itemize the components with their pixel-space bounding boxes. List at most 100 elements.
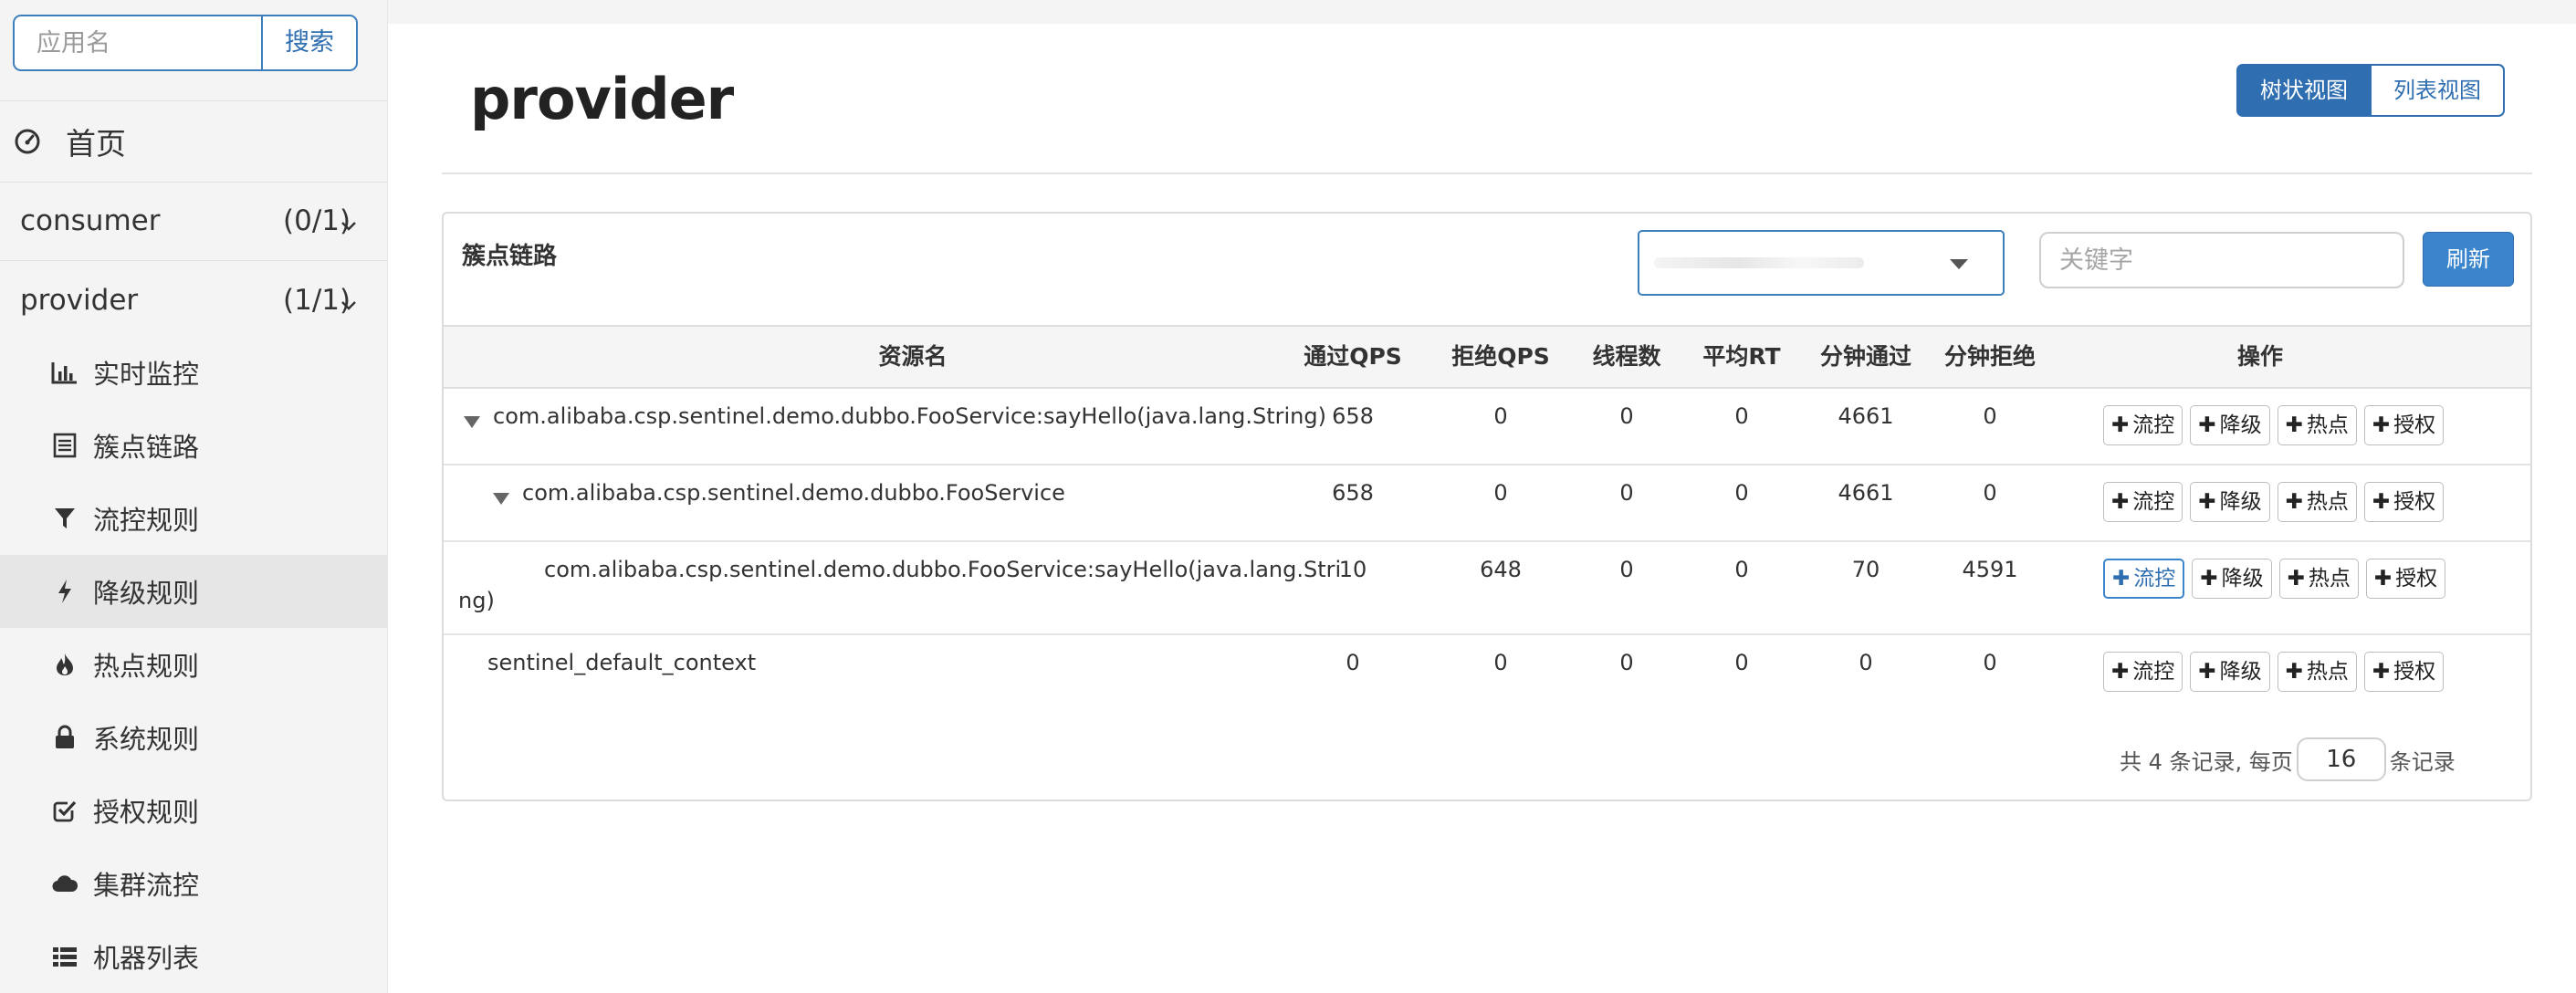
- minute-pass: 0: [1859, 650, 1873, 675]
- pagination: 共 4 条记录, 每页 条记录: [2120, 737, 2456, 781]
- sidebar-item-label: 实时监控: [93, 359, 200, 390]
- machine-select[interactable]: [1638, 230, 2005, 296]
- pager-prefix: 共 4 条记录, 每页: [2120, 748, 2293, 775]
- add-auth-rule-button[interactable]: ✚ 授权: [2363, 652, 2445, 692]
- check-square-icon: [51, 797, 79, 824]
- add-auth-rule-button[interactable]: ✚ 授权: [2365, 559, 2446, 599]
- add-degrade-rule-button[interactable]: ✚ 降级: [2190, 482, 2270, 522]
- cloud-icon: [51, 870, 79, 897]
- sidebar-item-cluster-flow[interactable]: 集群流控: [0, 847, 387, 920]
- sidebar-app-consumer[interactable]: consumer (0/1): [0, 182, 387, 261]
- sidebar-item-home[interactable]: 首页: [0, 100, 387, 183]
- column-header-pass-qps: 通过QPS: [1304, 343, 1402, 370]
- sidebar-item-label: 降级规则: [93, 578, 200, 609]
- minute-block: 0: [1983, 480, 1997, 506]
- lock-icon: [51, 724, 79, 751]
- app-name: consumer: [20, 204, 161, 237]
- pass-qps: 10: [1338, 557, 1367, 582]
- add-hotspot-rule-button[interactable]: ✚ 热点: [2277, 482, 2357, 522]
- row-actions: ✚ 流控 ✚ 降级 ✚ 热点 ✚ 授权: [2103, 405, 2451, 445]
- search-button[interactable]: 搜索: [261, 15, 358, 71]
- sidebar-item-label: 系统规则: [93, 724, 200, 755]
- row-actions: ✚ 流控 ✚ 降级 ✚ 热点 ✚ 授权: [2103, 482, 2451, 522]
- resource-name: com.alibaba.csp.sentinel.demo.dubbo.FooS…: [544, 557, 1342, 582]
- column-header-avg-rt: 平均RT: [1702, 343, 1781, 370]
- panel-title: 簇点链路: [462, 243, 558, 270]
- tree-view-button[interactable]: 树状视图: [2236, 64, 2372, 117]
- add-degrade-rule-button[interactable]: ✚ 降级: [2190, 405, 2270, 445]
- block-qps: 0: [1493, 403, 1508, 429]
- add-auth-rule-button[interactable]: ✚ 授权: [2363, 405, 2445, 445]
- page-size-input[interactable]: [2296, 737, 2386, 781]
- keyword-input[interactable]: [2039, 232, 2404, 288]
- collapse-triangle-icon[interactable]: [493, 493, 509, 505]
- pager-suffix: 条记录: [2389, 748, 2456, 775]
- add-degrade-rule-button[interactable]: ✚ 降级: [2192, 559, 2272, 599]
- sidebar-item-realtime-monitor[interactable]: 实时监控: [0, 336, 387, 409]
- refresh-button[interactable]: 刷新: [2423, 232, 2514, 287]
- add-flow-rule-button[interactable]: ✚ 流控: [2103, 405, 2183, 445]
- resource-name: sentinel_default_context: [487, 650, 757, 675]
- column-header-minute-block: 分钟拒绝: [1943, 343, 2036, 370]
- add-hotspot-rule-button[interactable]: ✚ 热点: [2277, 405, 2357, 445]
- thread-count: 0: [1619, 480, 1634, 506]
- sidebar-item-resource-chain[interactable]: 簇点链路: [0, 409, 387, 482]
- sidebar-item-machine-list[interactable]: 机器列表: [0, 920, 387, 993]
- avg-rt: 0: [1734, 403, 1749, 429]
- avg-rt: 0: [1734, 480, 1749, 506]
- sidebar: 搜索 首页 consumer (0/1) provider (1/1) 实时监控…: [0, 0, 388, 993]
- row-actions: ✚ 流控 ✚ 降级 ✚ 热点 ✚ 授权: [2103, 559, 2453, 599]
- sidebar-item-hotspot-rules[interactable]: 热点规则: [0, 628, 387, 701]
- sidebar-item-degrade-rules[interactable]: 降级规则: [0, 555, 387, 628]
- chevron-down-icon: [340, 207, 358, 240]
- avg-rt: 0: [1734, 650, 1749, 675]
- block-qps: 648: [1480, 557, 1522, 582]
- app-search-input[interactable]: [13, 15, 261, 71]
- sidebar-item-label: 首页: [66, 126, 126, 162]
- top-bar: [388, 0, 2576, 24]
- collapse-triangle-icon[interactable]: [464, 416, 480, 428]
- add-flow-rule-button[interactable]: ✚ 流控: [2103, 559, 2185, 599]
- minute-pass: 70: [1851, 557, 1880, 582]
- sidebar-item-system-rules[interactable]: 系统规则: [0, 701, 387, 774]
- add-flow-rule-button[interactable]: ✚ 流控: [2103, 652, 2183, 692]
- list-view-button[interactable]: 列表视图: [2372, 64, 2505, 117]
- minute-block: 4591: [1962, 557, 2018, 582]
- add-auth-rule-button[interactable]: ✚ 授权: [2363, 482, 2445, 522]
- sidebar-item-label: 热点规则: [93, 651, 200, 682]
- add-hotspot-rule-button[interactable]: ✚ 热点: [2277, 652, 2357, 692]
- sidebar-item-flow-rules[interactable]: 流控规则: [0, 482, 387, 555]
- sidebar-app-provider[interactable]: provider (1/1): [0, 261, 387, 340]
- filter-icon: [51, 505, 79, 532]
- resource-panel: 簇点链路 刷新 资源名 通过QPS 拒绝QPS 线程数 平均RT 分钟通过 分钟…: [442, 212, 2532, 801]
- th-list-icon: [51, 943, 79, 970]
- add-flow-rule-button[interactable]: ✚ 流控: [2103, 482, 2183, 522]
- add-hotspot-rule-button[interactable]: ✚ 热点: [2278, 559, 2359, 599]
- column-header-actions: 操作: [2236, 343, 2283, 370]
- table-row: com.alibaba.csp.sentinel.demo.dubbo.FooS…: [444, 542, 2530, 635]
- block-qps: 0: [1493, 480, 1508, 506]
- column-header-block-qps: 拒绝QPS: [1451, 343, 1550, 370]
- bolt-icon: [51, 578, 79, 605]
- sidebar-item-label: 流控规则: [93, 505, 200, 536]
- sidebar-item-label: 簇点链路: [93, 432, 200, 463]
- machine-select-value: [1654, 257, 1864, 268]
- pass-qps: 658: [1332, 480, 1374, 506]
- thread-count: 0: [1619, 650, 1634, 675]
- bar-chart-icon: [51, 359, 79, 386]
- add-degrade-rule-button[interactable]: ✚ 降级: [2190, 652, 2270, 692]
- caret-down-icon: [1950, 259, 1968, 269]
- dashboard-icon: [13, 127, 42, 156]
- sidebar-item-auth-rules[interactable]: 授权规则: [0, 774, 387, 847]
- app-search: 搜索: [13, 15, 358, 71]
- pass-qps: 658: [1332, 403, 1374, 429]
- block-qps: 0: [1493, 650, 1508, 675]
- table-row: com.alibaba.csp.sentinel.demo.dubbo.FooS…: [444, 389, 2530, 465]
- table-header: 资源名 通过QPS 拒绝QPS 线程数 平均RT 分钟通过 分钟拒绝 操作: [444, 325, 2530, 389]
- column-header-minute-pass: 分钟通过: [1819, 343, 1911, 370]
- sidebar-item-label: 机器列表: [93, 943, 200, 974]
- minute-block: 0: [1983, 650, 1997, 675]
- resource-name-wrap: ng): [458, 588, 495, 613]
- chevron-down-icon: [340, 287, 358, 319]
- sidebar-item-label: 授权规则: [93, 797, 200, 828]
